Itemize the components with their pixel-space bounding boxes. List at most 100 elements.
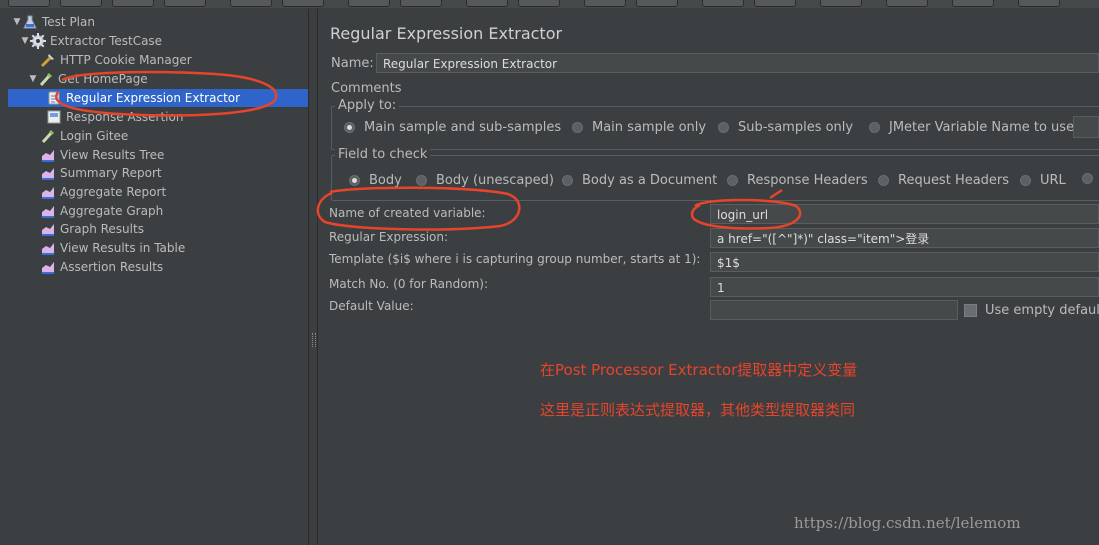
tree-item-response-assertion[interactable]: Response Assertion [46, 108, 183, 126]
toolbar-button[interactable] [466, 0, 508, 7]
toolbar-button[interactable] [60, 0, 102, 7]
radio-icon [869, 122, 880, 133]
chart-icon [40, 259, 56, 275]
toolbar [0, 0, 1099, 8]
toolbar-button[interactable] [518, 0, 560, 7]
variable-name-label: Name of created variable: [329, 206, 486, 220]
radio-jmeter-variable[interactable]: JMeter Variable Name to use [869, 120, 1074, 135]
name-label: Name: [331, 56, 374, 71]
radio-icon [572, 122, 583, 133]
use-empty-default-checkbox[interactable]: Use empty default [964, 303, 1099, 318]
tree-item-label: Response Assertion [66, 110, 184, 124]
toolbar-button[interactable] [400, 0, 442, 7]
tree-item-label: HTTP Cookie Manager [60, 53, 192, 67]
flask-icon [22, 14, 38, 30]
radio-icon [878, 175, 889, 186]
tree-item-summary-report[interactable]: Summary Report [40, 164, 162, 182]
toolbar-button[interactable] [8, 0, 50, 7]
name-field[interactable]: Regular Expression Extractor [376, 53, 1099, 73]
toolbar-button[interactable] [230, 0, 272, 7]
tree-item-regex-extractor[interactable]: Regular Expression Extractor [8, 89, 308, 107]
toolbar-button[interactable] [952, 0, 994, 7]
tree-item-label: Regular Expression Extractor [66, 91, 241, 105]
toolbar-button[interactable] [112, 0, 154, 7]
tree-item-aggregate-report[interactable]: Aggregate Report [40, 183, 166, 201]
tree-item-assertion-results[interactable]: Assertion Results [40, 258, 163, 276]
toolbar-button[interactable] [754, 0, 796, 7]
tree-item-label: Extractor TestCase [50, 34, 163, 48]
tree-item-login-gitee[interactable]: Login Gitee [40, 127, 128, 145]
radio-main-and-sub[interactable]: Main sample and sub-samples [344, 120, 561, 135]
panel-splitter[interactable] [309, 9, 318, 545]
extractor-icon [46, 90, 62, 106]
tree-item-view-results-in-table[interactable]: View Results in Table [40, 239, 185, 257]
radio-sub-only[interactable]: Sub-samples only [718, 120, 853, 135]
checkbox-icon [964, 304, 977, 317]
radio-more[interactable] [1082, 173, 1099, 184]
regex-field[interactable]: a href="([^"]*)" class="item">登录 [710, 228, 1099, 248]
radio-icon [416, 175, 427, 186]
radio-url[interactable]: URL [1020, 173, 1066, 188]
radio-label: Main sample only [592, 120, 707, 135]
default-value-field[interactable] [710, 300, 958, 320]
match-no-field[interactable]: 1 [710, 277, 1099, 297]
chart-icon [40, 221, 56, 237]
toolbar-button[interactable] [1018, 0, 1060, 7]
checkbox-label: Use empty default [985, 303, 1099, 318]
toolbar-button[interactable] [282, 0, 324, 7]
comments-label: Comments: [331, 81, 406, 96]
template-field[interactable]: $1$ [710, 252, 1099, 272]
comments-field[interactable] [402, 79, 1099, 95]
tree-item-label: Aggregate Graph [60, 204, 164, 218]
toolbar-button[interactable] [164, 0, 206, 7]
toolbar-button[interactable] [584, 0, 626, 7]
toolbar-button[interactable] [820, 0, 862, 7]
radio-label: JMeter Variable Name to use [889, 120, 1075, 135]
test-plan-tree: ▼ Test Plan ▼ Extractor TestCase HTTP Co… [0, 9, 309, 545]
tree-item-label: Test Plan [42, 15, 95, 29]
radio-label: URL [1040, 173, 1066, 188]
radio-label: Request Headers [898, 173, 1010, 188]
tree-item-extractor-testcase[interactable]: ▼ Extractor TestCase [20, 32, 162, 50]
tree-item-graph-results[interactable]: Graph Results [40, 220, 144, 238]
splitter-grip-icon[interactable] [312, 333, 316, 347]
tree-item-http-cookie-manager[interactable]: HTTP Cookie Manager [40, 51, 192, 69]
tree-item-get-homepage[interactable]: ▼ Get HomePage [28, 70, 148, 88]
toolbar-button[interactable] [636, 0, 678, 7]
toolbar-button[interactable] [886, 0, 928, 7]
toolbar-button[interactable] [702, 0, 744, 7]
expand-arrow-icon[interactable]: ▼ [12, 17, 22, 27]
radio-icon [562, 175, 573, 186]
radio-label: Sub-samples only [738, 120, 854, 135]
tree-item-label: Get HomePage [58, 72, 148, 86]
default-value-label: Default Value: [329, 299, 414, 313]
radio-body[interactable]: Body [349, 173, 402, 188]
radio-body-unescaped[interactable]: Body (unescaped) [416, 173, 554, 188]
tree-item-aggregate-graph[interactable]: Aggregate Graph [40, 202, 163, 220]
radio-icon [1020, 175, 1031, 186]
tree-item-test-plan[interactable]: ▼ Test Plan [12, 13, 95, 31]
jmeter-variable-input[interactable] [1073, 116, 1099, 138]
radio-request-headers[interactable]: Request Headers [878, 173, 1009, 188]
field-to-check-title: Field to check [335, 147, 431, 162]
tree-item-label: Login Gitee [60, 129, 129, 143]
radio-main-only[interactable]: Main sample only [572, 120, 706, 135]
toolbar-button[interactable] [348, 0, 390, 7]
pipette-icon [40, 128, 56, 144]
panel-title: Regular Expression Extractor [330, 24, 563, 43]
radio-label: Main sample and sub-samples [364, 120, 562, 135]
extractor-panel: Regular Expression Extractor Name: Regul… [318, 9, 1099, 545]
tree-item-label: Assertion Results [60, 260, 164, 274]
chart-icon [40, 203, 56, 219]
expand-arrow-icon[interactable]: ▼ [28, 74, 38, 84]
annotation-line-1: 在Post Processor Extractor提取器中定义变量 [540, 361, 858, 379]
variable-name-field[interactable]: login_url [710, 204, 1099, 224]
radio-body-document[interactable]: Body as a Document [562, 173, 717, 188]
match-no-label: Match No. (0 for Random): [329, 277, 489, 291]
tree-item-view-results-tree[interactable]: View Results Tree [40, 146, 164, 164]
radio-response-headers[interactable]: Response Headers [727, 173, 868, 188]
radio-icon [1082, 173, 1093, 184]
expand-arrow-icon[interactable]: ▼ [20, 36, 30, 46]
wrench-icon [40, 52, 56, 68]
radio-label: Response Headers [747, 173, 868, 188]
